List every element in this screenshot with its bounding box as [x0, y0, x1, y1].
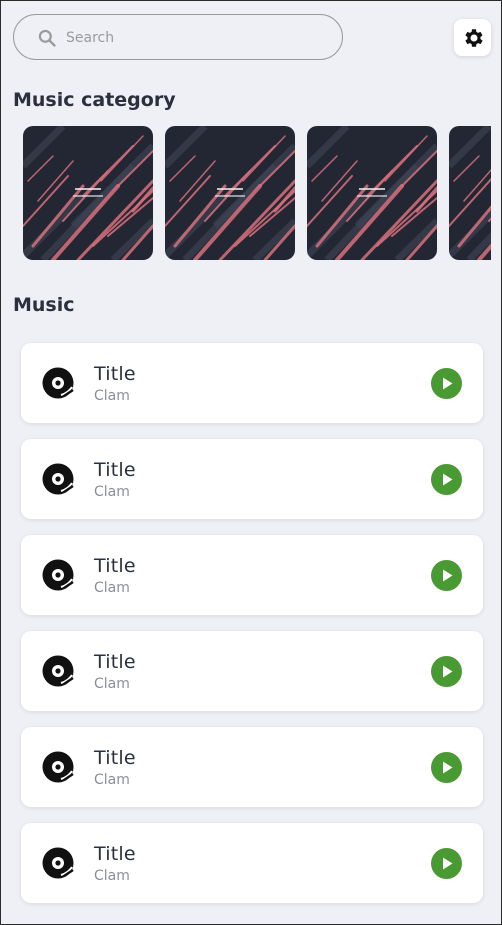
play-icon[interactable]: [431, 752, 462, 783]
song-title: Title: [94, 651, 136, 673]
gear-icon: [464, 28, 483, 47]
song-list-item[interactable]: Title Clam: [21, 439, 483, 519]
settings-button[interactable]: [454, 19, 491, 56]
song-artist: Clam: [94, 484, 130, 500]
search-icon: [38, 29, 56, 47]
song-artist: Clam: [94, 388, 130, 404]
song-list-item[interactable]: Title Clam: [21, 631, 483, 711]
song-artist: Clam: [94, 676, 130, 692]
vinyl-disc-icon: [42, 655, 74, 687]
music-heading: Music: [13, 294, 75, 316]
play-icon[interactable]: [431, 464, 462, 495]
search-input[interactable]: [64, 23, 328, 53]
play-icon[interactable]: [431, 560, 462, 591]
song-title: Title: [94, 459, 136, 481]
vinyl-disc-icon: [42, 559, 74, 591]
category-card[interactable]: [449, 126, 491, 260]
song-list-item[interactable]: Title Clam: [21, 343, 483, 423]
album-cover-image: [307, 126, 437, 260]
vinyl-disc-icon: [42, 847, 74, 879]
play-icon[interactable]: [431, 368, 462, 399]
song-artist: Clam: [94, 580, 130, 596]
song-title: Title: [94, 843, 136, 865]
song-list-item[interactable]: Title Clam: [21, 727, 483, 807]
category-card[interactable]: [307, 126, 437, 260]
album-cover-image: [449, 126, 491, 260]
song-list-item[interactable]: Title Clam: [21, 535, 483, 615]
album-cover-image: [165, 126, 295, 260]
song-title: Title: [94, 555, 136, 577]
album-cover-image: [23, 126, 153, 260]
song-artist: Clam: [94, 772, 130, 788]
vinyl-disc-icon: [42, 751, 74, 783]
vinyl-disc-icon: [42, 463, 74, 495]
song-title: Title: [94, 363, 136, 385]
play-icon[interactable]: [431, 848, 462, 879]
music-category-heading: Music category: [13, 89, 176, 111]
category-card[interactable]: [165, 126, 295, 260]
play-icon[interactable]: [431, 656, 462, 687]
category-card[interactable]: [23, 126, 153, 260]
song-list-item[interactable]: Title Clam: [21, 823, 483, 903]
song-title: Title: [94, 747, 136, 769]
category-carousel[interactable]: [23, 126, 491, 260]
song-artist: Clam: [94, 868, 130, 884]
vinyl-disc-icon: [42, 367, 74, 399]
search-bar[interactable]: [13, 14, 343, 60]
